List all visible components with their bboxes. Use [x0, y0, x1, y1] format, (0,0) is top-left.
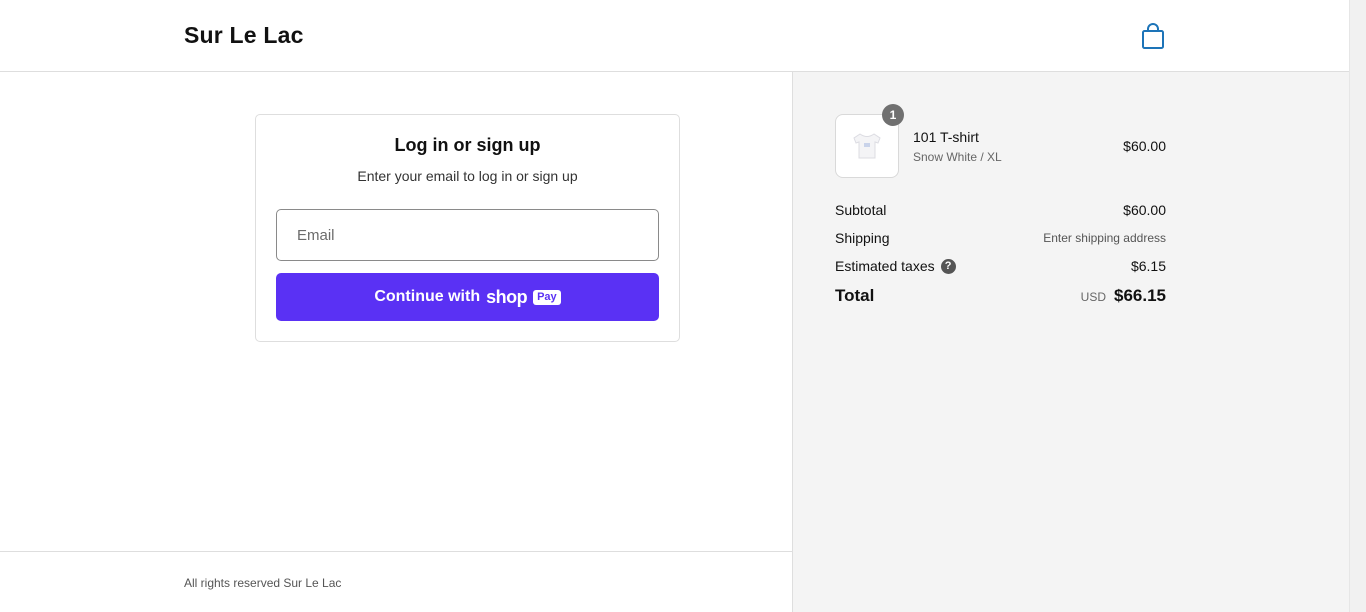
login-title: Log in or sign up: [394, 135, 541, 155]
total-label: Total: [835, 286, 875, 305]
footer-divider: [0, 551, 792, 552]
help-icon[interactable]: ?: [940, 258, 956, 274]
checkout-main: Log in or sign up Enter your email to lo…: [0, 72, 792, 612]
shipping-value: Enter shipping address: [1043, 231, 1166, 245]
taxes-value: $6.15: [1130, 258, 1166, 274]
subtotal-label: Subtotal: [835, 202, 887, 218]
page-header: Sur Le Lac: [0, 0, 1349, 72]
product-variant: Snow White / XL: [913, 150, 1002, 164]
quantity-badge: 1: [882, 104, 904, 126]
login-subtitle: Enter your email to log in or sign up: [357, 168, 578, 184]
t-shirt-icon: [853, 133, 881, 159]
shop-button-label: Continue with: [374, 288, 481, 305]
subtotal-value: $60.00: [1123, 202, 1166, 218]
product-name: 101 T-shirt: [913, 129, 979, 145]
currency-code: USD: [1080, 290, 1106, 304]
shop-logo: shop: [486, 286, 528, 307]
store-name[interactable]: Sur Le Lac: [184, 22, 304, 49]
continue-with-shop-pay-button[interactable]: Continue with shop Pay: [276, 273, 659, 321]
shipping-row: Shipping Enter shipping address: [835, 228, 1166, 248]
shipping-label: Shipping: [835, 230, 890, 246]
total-row: Total USD $66.15: [835, 285, 1166, 307]
footer-copyright: All rights reserved Sur Le Lac: [184, 576, 342, 590]
shopping-bag-icon[interactable]: [1140, 22, 1166, 50]
subtotal-row: Subtotal $60.00: [835, 200, 1166, 220]
page-scrollbar[interactable]: [1349, 0, 1366, 612]
taxes-label: Estimated taxes: [835, 258, 935, 274]
product-price: $60.00: [1123, 138, 1166, 154]
taxes-row: Estimated taxes ? $6.15: [835, 256, 1166, 276]
login-card: Log in or sign up Enter your email to lo…: [255, 114, 680, 342]
pay-badge: Pay: [533, 289, 561, 305]
line-item: 1 101 T-shirt Snow White / XL $60.00: [835, 104, 1166, 178]
total-amount: $66.15: [1114, 286, 1166, 305]
email-field[interactable]: [276, 209, 659, 261]
